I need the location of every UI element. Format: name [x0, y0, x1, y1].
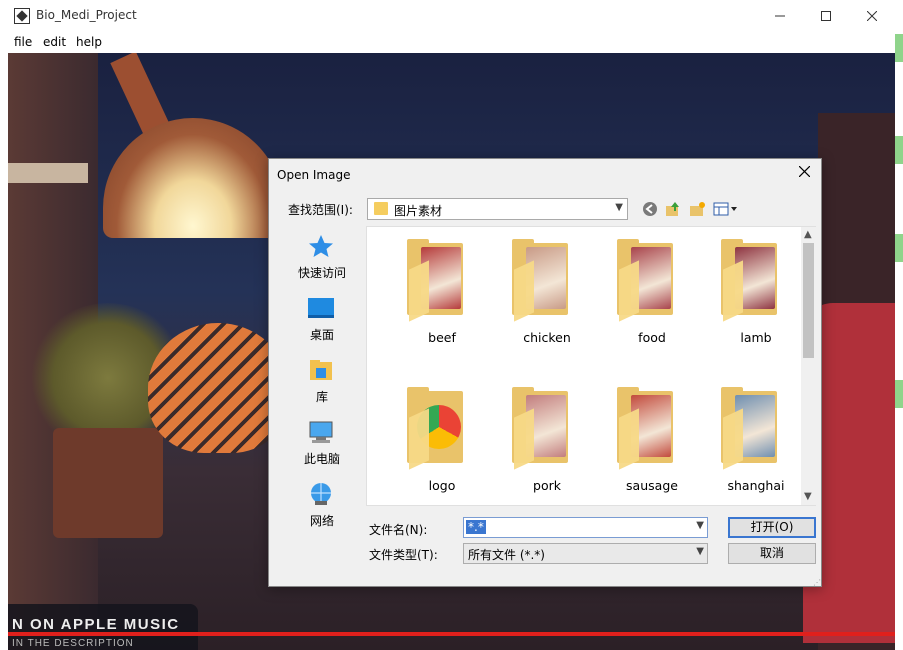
folder-front: [409, 408, 429, 470]
music-banner: N ON APPLE MUSIC IN THE DESCRIPTION: [8, 604, 198, 650]
folder-item-sausage[interactable]: sausage: [597, 383, 687, 503]
computer-icon: [309, 421, 333, 443]
chevron-down-icon: ▼: [696, 546, 704, 557]
folder-front: [619, 260, 639, 322]
edge-tab: [895, 380, 903, 408]
place-label: 库: [315, 390, 328, 404]
chevron-up-icon[interactable]: ▲: [804, 229, 812, 240]
view-grid-icon: [713, 202, 737, 216]
desktop-icon: [308, 298, 334, 318]
close-icon: [798, 165, 811, 178]
lamp: [103, 118, 283, 238]
menu-file[interactable]: file: [14, 35, 32, 49]
app-window: Bio_Medi_Project file edit help N ON APP…: [0, 0, 903, 650]
folder-item-lamb[interactable]: lamb: [701, 235, 791, 355]
place-library[interactable]: 库: [277, 358, 361, 414]
close-button[interactable]: [849, 0, 895, 31]
place-label: 网络: [309, 514, 334, 528]
place-label: 快速访问: [297, 266, 346, 280]
folder-front: [514, 408, 534, 470]
file-type-select[interactable]: 所有文件 (*.*) ▼: [463, 543, 708, 564]
back-button[interactable]: [641, 200, 659, 218]
bg-shelf: [8, 163, 88, 183]
maximize-button[interactable]: [803, 0, 849, 31]
file-list: beef chicken food lamb logo pork sausage…: [366, 226, 816, 506]
look-in-combo[interactable]: 图片素材 ▼: [367, 198, 628, 220]
menu-bar: file edit help: [0, 31, 903, 53]
folder-front: [619, 408, 639, 470]
item-label: food: [638, 330, 666, 345]
window-title: Bio_Medi_Project: [36, 8, 137, 22]
folder-item-logo[interactable]: logo: [387, 383, 477, 503]
folder-item-beef[interactable]: beef: [387, 235, 477, 355]
back-arrow-icon: [643, 202, 657, 216]
item-label: sausage: [626, 478, 678, 493]
place-desktop[interactable]: 桌面: [277, 296, 361, 352]
folder-item-pork[interactable]: pork: [492, 383, 582, 503]
place-label: 此电脑: [303, 452, 340, 466]
file-name-label: 文件名(N):: [369, 523, 428, 537]
place-label: 桌面: [309, 328, 334, 342]
chevron-down-icon: ▼: [615, 202, 623, 213]
places-bar: 快速访问 桌面 库 此电脑 网络: [277, 226, 361, 528]
place-this-pc[interactable]: 此电脑: [277, 420, 361, 476]
cancel-button[interactable]: 取消: [728, 543, 816, 564]
item-label: shanghai: [727, 478, 785, 493]
menu-help[interactable]: help: [76, 35, 102, 49]
edge-tab: [895, 234, 903, 262]
menu-edit[interactable]: edit: [43, 35, 66, 49]
scrollbar-thumb[interactable]: [803, 243, 814, 358]
item-label: logo: [428, 478, 456, 493]
close-icon: [867, 10, 877, 21]
file-type-value: 所有文件 (*.*): [468, 548, 545, 562]
look-in-value: 图片素材: [394, 204, 443, 218]
folder-front: [723, 408, 743, 470]
view-menu-button[interactable]: [712, 200, 740, 218]
minimize-button[interactable]: [757, 0, 803, 31]
tiger-pillow: [148, 323, 288, 453]
network-icon: [311, 483, 331, 505]
edge-tab: [895, 136, 903, 164]
folder-front: [409, 260, 429, 322]
dialog-close-button[interactable]: [798, 165, 811, 181]
chevron-down-icon[interactable]: ▼: [696, 520, 704, 531]
folder-icon: [374, 202, 388, 215]
file-name-value: *.*: [466, 520, 486, 534]
folder-item-shanghai[interactable]: shanghai: [701, 383, 791, 503]
app-icon: [14, 8, 30, 24]
edge-tab: [895, 34, 903, 62]
item-label: lamb: [740, 330, 772, 345]
banner-subtext: IN THE DESCRIPTION: [12, 638, 134, 649]
dialog-title: Open Image: [277, 168, 351, 182]
up-folder-button[interactable]: [664, 200, 682, 218]
plant-pot: [53, 428, 163, 538]
open-button[interactable]: 打开(O): [728, 517, 816, 538]
up-folder-icon: [666, 202, 679, 216]
resize-grip-icon[interactable]: ⋰: [813, 578, 821, 587]
banner-text: N ON APPLE MUSIC: [12, 616, 180, 633]
title-bar[interactable]: Bio_Medi_Project: [0, 0, 903, 31]
maximize-icon: [821, 10, 831, 21]
open-image-dialog: Open Image 查找范围(I): 图片素材 ▼ 快速访问 桌面 库 此电脑…: [268, 158, 822, 587]
vertical-scrollbar[interactable]: ▲ ▼: [801, 227, 816, 505]
folder-item-food[interactable]: food: [597, 235, 687, 355]
item-label: chicken: [523, 330, 571, 345]
look-in-label: 查找范围(I):: [288, 203, 353, 217]
folder-item-chicken[interactable]: chicken: [492, 235, 582, 355]
item-label: pork: [533, 478, 561, 493]
place-quick-access[interactable]: 快速访问: [277, 234, 361, 290]
folder-front: [514, 260, 534, 322]
new-folder-button[interactable]: [688, 200, 706, 218]
file-type-label: 文件类型(T):: [369, 548, 438, 562]
item-label: beef: [428, 330, 456, 345]
new-folder-icon: [690, 202, 705, 216]
star-icon: [309, 235, 333, 257]
folder-front: [723, 260, 743, 322]
file-name-input[interactable]: *.* ▼: [463, 517, 708, 538]
library-icon: [310, 360, 332, 380]
minimize-icon: [775, 15, 785, 16]
place-network[interactable]: 网络: [277, 482, 361, 538]
progress-bar[interactable]: [8, 632, 895, 636]
chevron-down-icon[interactable]: ▼: [804, 491, 812, 502]
